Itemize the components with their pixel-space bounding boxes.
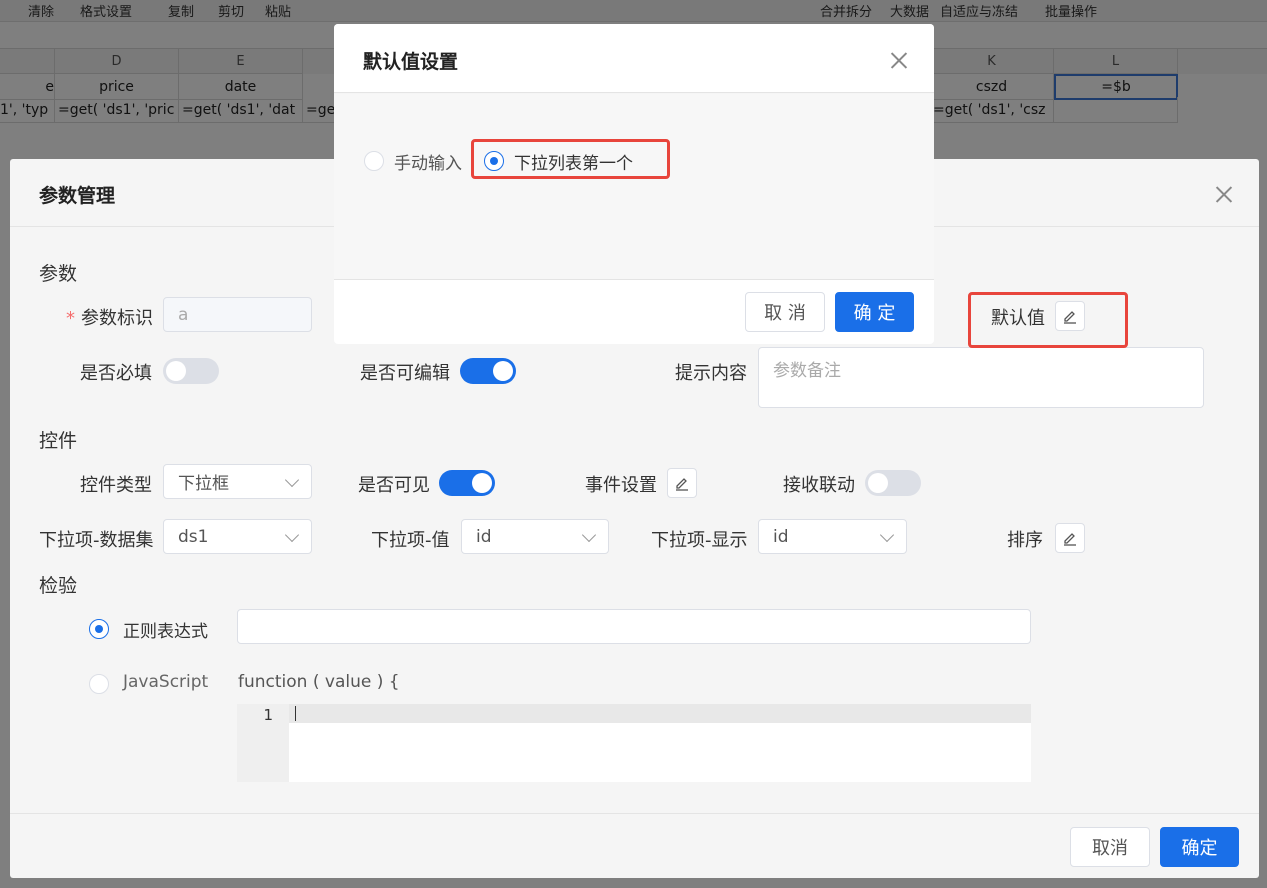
default-cancel-button[interactable]: 取 消 (745, 292, 825, 332)
default-value-dialog-title: 默认值设置 (363, 51, 459, 73)
chevron-down-icon (581, 527, 597, 543)
dropdown-display-label: 下拉项-显示 (651, 530, 748, 551)
editable-label: 是否可编辑 (360, 363, 450, 384)
javascript-radio[interactable] (89, 674, 109, 694)
control-type-select[interactable]: 下拉框 (163, 464, 312, 499)
link-toggle[interactable] (865, 470, 921, 496)
code-line-number: 1 (263, 706, 273, 724)
default-value-dialog-close-icon[interactable] (890, 51, 908, 69)
js-function-signature: function ( value ) { (238, 672, 400, 692)
javascript-label: JavaScript (123, 672, 209, 692)
section-param-title: 参数 (39, 263, 78, 285)
regex-label: 正则表达式 (123, 622, 208, 642)
chevron-down-icon (284, 472, 300, 488)
default-confirm-button[interactable]: 确 定 (835, 292, 914, 332)
hint-textarea[interactable]: 参数备注 (758, 347, 1204, 408)
text-cursor (295, 706, 296, 721)
manual-input-label[interactable]: 手动输入 (394, 149, 462, 174)
visible-toggle[interactable] (439, 470, 495, 496)
chevron-down-icon (879, 527, 895, 543)
regex-input[interactable] (237, 609, 1031, 644)
default-value-dialog-header: 默认值设置 (334, 24, 934, 93)
sort-edit-button[interactable] (1055, 523, 1085, 553)
section-control-title: 控件 (39, 430, 78, 452)
editable-toggle[interactable] (460, 358, 516, 384)
edit-icon (1064, 533, 1076, 546)
edit-icon (676, 478, 688, 491)
dataset-label: 下拉项-数据集 (39, 530, 154, 551)
param-id-label: * 参数标识 (66, 308, 153, 329)
hint-label: 提示内容 (675, 363, 747, 384)
control-type-label: 控件类型 (80, 475, 152, 496)
default-value-dialog-footer: 取 消 确 定 (334, 279, 934, 344)
dropdown-display-select[interactable]: id (758, 519, 907, 554)
chevron-down-icon (284, 527, 300, 543)
dropdown-value-select[interactable]: id (461, 519, 609, 554)
regex-radio[interactable] (89, 619, 109, 639)
default-value-dialog: 默认值设置 手动输入 下拉列表第一个 取 消 确 定 (334, 24, 934, 344)
required-label: 是否必填 (80, 363, 152, 384)
link-label: 接收联动 (783, 475, 855, 496)
manual-input-radio[interactable] (364, 151, 384, 171)
visible-label: 是否可见 (358, 475, 430, 496)
param-id-input[interactable]: a (163, 297, 312, 332)
sort-label: 排序 (1007, 530, 1043, 551)
default-value-highlight-box (968, 292, 1128, 348)
event-label: 事件设置 (585, 475, 657, 496)
code-active-line (289, 704, 1031, 723)
param-confirm-button[interactable]: 确定 (1160, 827, 1239, 867)
event-edit-button[interactable] (667, 468, 697, 498)
js-code-editor[interactable]: 1 (237, 704, 1031, 782)
dropdown-value-label: 下拉项-值 (371, 530, 450, 551)
param-dialog-footer: 取消 确定 (10, 813, 1259, 878)
param-dialog-close-icon[interactable] (1215, 185, 1233, 203)
param-cancel-button[interactable]: 取消 (1070, 827, 1150, 867)
default-value-dialog-body: 手动输入 下拉列表第一个 (334, 94, 934, 279)
required-toggle[interactable] (163, 358, 219, 384)
first-item-highlight-box (471, 139, 670, 179)
section-check-title: 检验 (39, 575, 78, 597)
dataset-select[interactable]: ds1 (163, 519, 312, 554)
param-dialog-title: 参数管理 (39, 185, 116, 207)
